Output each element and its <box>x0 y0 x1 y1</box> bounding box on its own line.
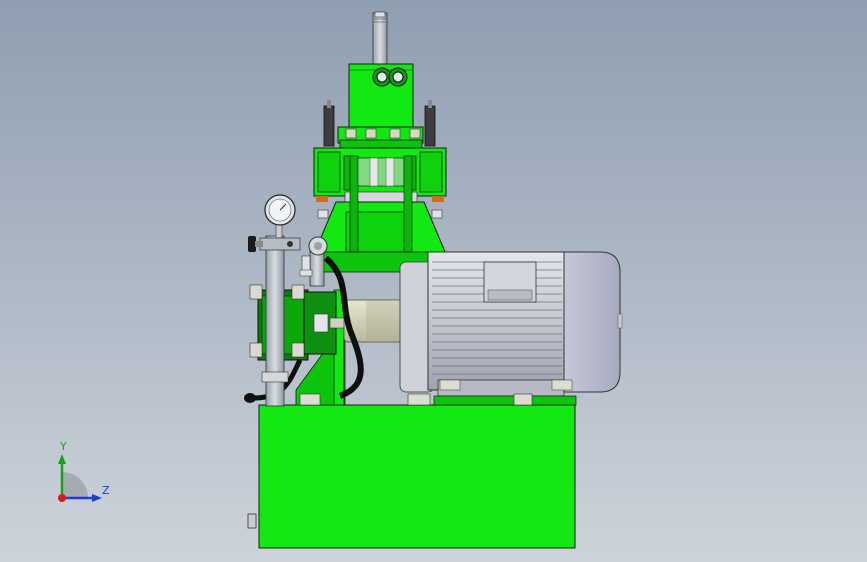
axis-triad: Y Z <box>44 440 114 510</box>
guide-post-left[interactable] <box>323 100 335 147</box>
hydraulic-unit-model[interactable] <box>0 0 867 562</box>
x-axis-icon <box>58 494 66 502</box>
cylinder-rod[interactable] <box>372 11 388 68</box>
electric-motor[interactable] <box>399 251 623 397</box>
z-axis-arrow-icon <box>92 494 102 502</box>
hydraulic-pump[interactable] <box>249 284 337 361</box>
y-axis-arrow-icon <box>58 454 66 464</box>
guide-post-right[interactable] <box>424 100 436 147</box>
pressure-gauge[interactable] <box>264 194 296 239</box>
oil-tank[interactable] <box>247 404 576 549</box>
triad-plane <box>62 472 88 498</box>
y-axis-label: Y <box>60 440 67 453</box>
pressure-pipe[interactable] <box>261 235 289 407</box>
z-axis-label: Z <box>102 484 110 497</box>
valve-handle[interactable] <box>248 236 301 252</box>
graphics-viewport[interactable]: Y Z <box>0 0 867 562</box>
motor-fan-cover[interactable] <box>563 251 621 393</box>
cylinder-head[interactable] <box>348 63 414 129</box>
triad-graphic <box>58 454 102 502</box>
upper-plate[interactable] <box>337 126 424 149</box>
return-pipe[interactable] <box>299 236 328 287</box>
